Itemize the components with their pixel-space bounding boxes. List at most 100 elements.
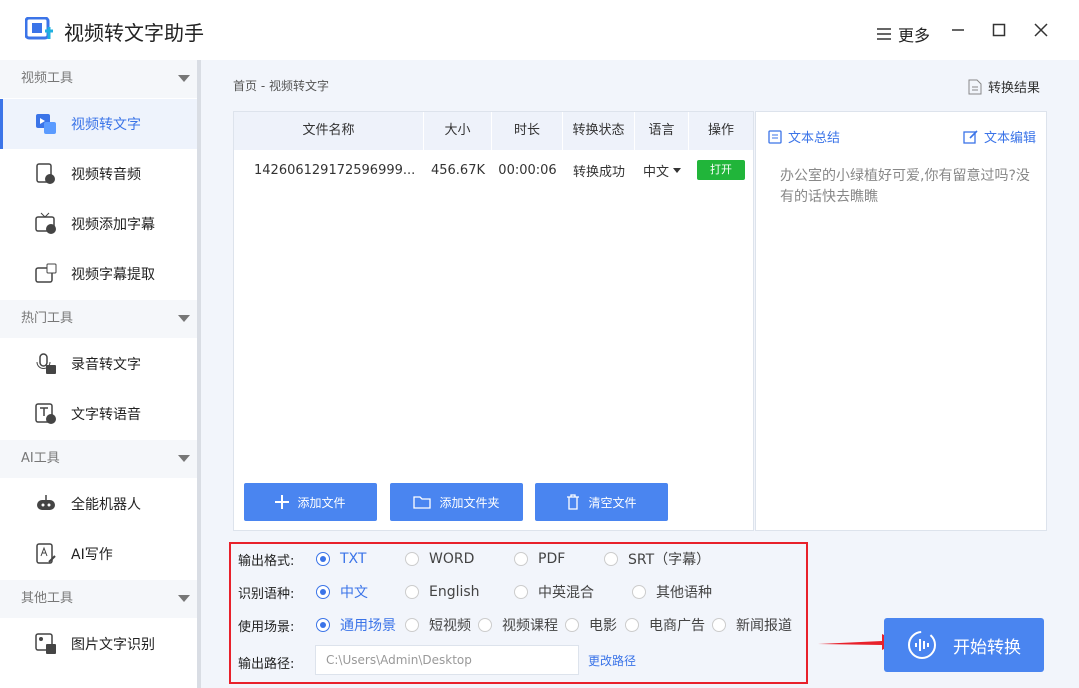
recognition-language-row: 识别语种: 中文 English 中英混合 其他语种: [238, 582, 712, 602]
breadcrumb-separator: -: [260, 79, 266, 93]
option-label: English: [429, 584, 480, 600]
close-icon: [1034, 23, 1048, 37]
edit-icon: [963, 130, 978, 144]
group-hot-tools[interactable]: 热门工具: [0, 300, 200, 338]
col-duration: 时长: [492, 112, 563, 150]
start-label: 开始转换: [953, 637, 1021, 658]
breadcrumb-home[interactable]: 首页: [233, 79, 257, 93]
sidebar-item-add-subtitle[interactable]: 视频添加字幕: [0, 199, 197, 249]
sidebar-item-audio-to-text[interactable]: 录音转文字: [0, 339, 197, 389]
text-summary-tab[interactable]: 文本总结: [768, 127, 840, 146]
caret-down-icon: [673, 167, 681, 173]
option-label: WORD: [429, 551, 475, 567]
sidebar-item-video-to-text[interactable]: 视频转文字: [0, 99, 197, 149]
add-file-label: 添加文件: [297, 495, 346, 510]
file-table: 文件名称 大小 时长 转换状态 语言 操作 142606129172596999…: [233, 111, 754, 531]
table-row[interactable]: 142606129172596999... 456.67K 00:00:06 转…: [234, 150, 753, 190]
audio-wave-icon: [908, 631, 936, 659]
result-label: 转换结果: [988, 81, 1041, 96]
language-option-chinese[interactable]: 中文: [316, 582, 405, 602]
table-header: 文件名称 大小 时长 转换状态 语言 操作: [234, 112, 753, 150]
radio-icon: [604, 552, 618, 566]
maximize-icon: [992, 23, 1006, 37]
scene-label: 使用场景:: [238, 619, 295, 635]
sidebar-item-label: 录音转文字: [71, 357, 141, 373]
trash-icon: [567, 494, 580, 510]
group-label: 其他工具: [21, 591, 74, 606]
add-file-button[interactable]: 添加文件: [244, 483, 377, 521]
sidebar-item-image-ocr[interactable]: 图片文字识别: [0, 619, 197, 669]
language-option-other[interactable]: 其他语种: [632, 582, 712, 602]
close-button[interactable]: [1029, 18, 1053, 42]
video-audio-icon: [33, 161, 59, 187]
format-option-txt[interactable]: TXT: [316, 551, 405, 567]
scene-option-short-video[interactable]: 短视频: [405, 615, 478, 635]
option-label: SRT（字幕）: [628, 552, 711, 568]
scene-option-ecommerce[interactable]: 电商广告: [625, 615, 712, 635]
scene-option-course[interactable]: 视频课程: [478, 615, 565, 635]
clear-files-button[interactable]: 清空文件: [535, 483, 668, 521]
text-speech-icon: [33, 401, 59, 427]
format-label: 输出格式:: [238, 553, 295, 569]
caret-down-icon: [178, 75, 190, 82]
radio-icon: [316, 618, 330, 632]
radio-icon: [405, 618, 419, 632]
breadcrumb-current: 视频转文字: [269, 79, 330, 93]
sidebar-item-ai-writing[interactable]: AI写作: [0, 529, 197, 579]
cell-duration: 00:00:06: [498, 162, 557, 178]
scene-option-general[interactable]: 通用场景: [316, 615, 405, 635]
format-option-srt[interactable]: SRT（字幕）: [604, 549, 710, 569]
option-label: 中英混合: [538, 585, 594, 601]
radio-icon: [712, 618, 726, 632]
language-dropdown[interactable]: 中文: [635, 161, 689, 180]
sidebar-item-extract-subtitle[interactable]: 视频字幕提取: [0, 249, 197, 299]
add-folder-button[interactable]: 添加文件夹: [390, 483, 523, 521]
group-label: 视频工具: [21, 71, 74, 86]
language-option-mixed[interactable]: 中英混合: [514, 582, 632, 602]
text-summary-panel: 文本总结 文本编辑 办公室的小绿植好可爱,你有留意过吗?没有的话快去瞧瞧: [755, 111, 1047, 531]
conversion-options: 输出格式: TXT WORD PDF SRT（字幕） 识别语种: 中文 Engl…: [229, 542, 808, 684]
sidebar-item-robot[interactable]: 全能机器人: [0, 479, 197, 529]
group-ai-tools[interactable]: AI工具: [0, 440, 200, 478]
microphone-icon: [33, 351, 59, 377]
format-option-pdf[interactable]: PDF: [514, 551, 604, 567]
col-status: 转换状态: [563, 112, 635, 150]
path-label: 输出路径:: [238, 657, 295, 672]
start-conversion-button[interactable]: 开始转换: [884, 618, 1044, 672]
group-label: 热门工具: [21, 311, 74, 326]
option-label: 中文: [340, 585, 368, 601]
format-option-word[interactable]: WORD: [405, 551, 514, 567]
minimize-button[interactable]: [946, 18, 970, 42]
option-label: 视频课程: [502, 618, 558, 634]
option-label: 新闻报道: [736, 618, 792, 634]
document-icon: [968, 79, 982, 94]
more-menu-button[interactable]: 更多: [876, 22, 930, 46]
sidebar-item-text-to-speech[interactable]: 文字转语音: [0, 389, 197, 439]
output-path-field[interactable]: C:\Users\Admin\Desktop: [315, 645, 579, 675]
sidebar-item-label: 视频字幕提取: [71, 267, 155, 283]
scene-option-movie[interactable]: 电影: [565, 615, 625, 635]
sidebar-item-label: 视频转音频: [71, 167, 141, 183]
group-video-tools[interactable]: 视频工具: [0, 60, 200, 98]
group-other-tools[interactable]: 其他工具: [0, 580, 200, 618]
col-language: 语言: [635, 112, 689, 150]
cell-filename: 142606129172596999...: [254, 162, 416, 178]
title-bar: 视频转文字助手 更多: [0, 0, 1079, 60]
video-text-icon: [33, 111, 59, 137]
text-edit-button[interactable]: 文本编辑: [963, 127, 1036, 146]
option-label: 电商广告: [649, 618, 705, 634]
image-text-icon: [33, 631, 59, 657]
summary-text: 办公室的小绿植好可爱,你有留意过吗?没有的话快去瞧瞧: [780, 168, 1030, 205]
language-option-english[interactable]: English: [405, 584, 514, 600]
clear-files-label: 清空文件: [588, 495, 637, 510]
conversion-result-link[interactable]: 转换结果: [968, 77, 1040, 96]
caret-down-icon: [178, 595, 190, 602]
change-path-link[interactable]: 更改路径: [588, 652, 636, 669]
scene-option-news[interactable]: 新闻报道: [712, 615, 792, 635]
open-button[interactable]: 打开: [697, 160, 745, 180]
sidebar-item-video-to-audio[interactable]: 视频转音频: [0, 149, 197, 199]
maximize-button[interactable]: [987, 18, 1011, 42]
col-filename: 文件名称: [234, 112, 424, 150]
app-title: 视频转文字助手: [64, 21, 204, 45]
sidebar: 视频工具 视频转文字 视频转音频 视频添加字幕 视频字幕提取 热门工具 录音转文…: [0, 60, 200, 688]
